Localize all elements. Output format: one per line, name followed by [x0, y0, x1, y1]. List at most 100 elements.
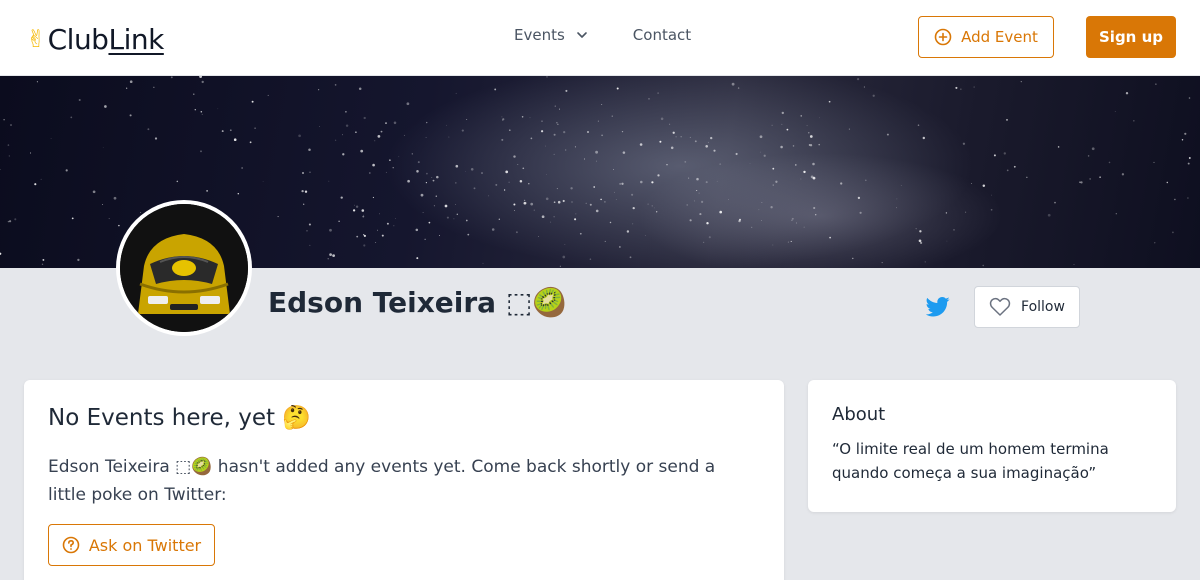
star-dot — [713, 149, 716, 152]
star-dot — [1174, 198, 1176, 201]
star-dot — [385, 122, 387, 124]
star-dot — [1121, 173, 1125, 176]
star-dot — [864, 179, 867, 182]
star-dot — [786, 128, 789, 131]
star-dot — [881, 262, 883, 264]
star-dot — [140, 212, 142, 213]
star-dot — [579, 232, 582, 235]
star-dot — [362, 214, 365, 216]
nav-events-dropdown[interactable]: Events — [514, 26, 589, 44]
nav-contact-link[interactable]: Contact — [633, 26, 691, 44]
star-dot — [233, 138, 237, 141]
clublink-logo[interactable]: ✌ Club Link — [26, 22, 164, 56]
star-dot — [689, 136, 691, 138]
star-dot — [491, 228, 495, 231]
add-event-button[interactable]: Add Event — [918, 16, 1054, 58]
victory-hand-icon: ✌ — [26, 25, 46, 53]
star-dot — [719, 163, 722, 165]
star-dot — [601, 134, 603, 137]
star-dot — [65, 169, 68, 172]
star-dot — [1020, 80, 1022, 83]
star-dot — [701, 200, 704, 203]
star-dot — [541, 215, 545, 219]
star-dot — [705, 145, 708, 148]
star-dot — [488, 195, 490, 197]
star-dot — [118, 224, 120, 227]
star-dot — [702, 241, 705, 244]
star-dot — [1013, 165, 1016, 168]
star-dot — [915, 228, 917, 230]
star-dot — [501, 116, 503, 118]
twitter-icon[interactable] — [926, 296, 950, 318]
star-dot — [206, 190, 208, 192]
star-dot — [456, 213, 458, 215]
star-dot — [657, 174, 660, 177]
star-dot — [393, 121, 397, 125]
star-dot — [393, 225, 395, 227]
star-dot — [1154, 242, 1156, 244]
star-dot — [795, 164, 797, 166]
star-dot — [508, 181, 510, 183]
star-dot — [508, 129, 511, 132]
star-dot — [570, 187, 573, 190]
star-dot — [374, 140, 376, 142]
star-dot — [565, 89, 568, 92]
star-dot — [597, 120, 599, 122]
star-dot — [372, 163, 375, 167]
star-dot — [675, 136, 677, 138]
star-dot — [426, 172, 428, 175]
star-dot — [425, 137, 427, 139]
star-dot — [406, 102, 410, 106]
star-dot — [7, 144, 10, 146]
star-dot — [318, 89, 320, 91]
star-dot — [200, 150, 202, 153]
star-dot — [800, 178, 802, 180]
star-dot — [481, 172, 483, 174]
star-dot — [613, 169, 614, 170]
star-dot — [345, 110, 347, 113]
star-dot — [694, 140, 697, 143]
star-dot — [848, 128, 850, 130]
star-dot — [587, 131, 589, 133]
star-dot — [629, 256, 632, 259]
star-dot — [584, 158, 585, 160]
star-dot — [395, 217, 396, 219]
star-dot — [8, 155, 10, 157]
star-dot — [595, 209, 599, 213]
star-dot — [304, 190, 308, 193]
star-dot — [696, 177, 699, 181]
question-circle-icon — [62, 536, 80, 554]
events-card-message: Edson Teixeira ⬚🥝 hasn't added any event… — [48, 457, 716, 505]
star-dot — [1089, 178, 1091, 180]
star-dot — [104, 105, 107, 108]
star-dot — [1091, 147, 1095, 151]
sign-up-button[interactable]: Sign up — [1086, 16, 1176, 58]
star-dot — [1054, 201, 1056, 204]
star-dot — [815, 214, 817, 216]
star-dot — [651, 181, 654, 184]
follow-button[interactable]: Follow — [974, 286, 1080, 328]
star-dot — [439, 234, 440, 236]
star-dot — [698, 192, 700, 194]
star-dot — [973, 86, 975, 88]
star-dot — [759, 151, 761, 153]
star-dot — [699, 213, 702, 216]
star-dot — [666, 164, 668, 166]
ask-on-twitter-button[interactable]: Ask on Twitter — [48, 524, 215, 566]
star-dot — [872, 94, 875, 97]
star-dot — [1006, 119, 1008, 121]
star-dot — [771, 124, 773, 126]
star-dot — [564, 244, 566, 245]
star-dot — [828, 100, 831, 103]
star-dot — [546, 76, 548, 78]
star-dot — [589, 203, 592, 206]
star-dot — [759, 135, 763, 139]
star-dot — [856, 77, 860, 81]
star-dot — [0, 252, 2, 255]
profile-avatar — [116, 200, 252, 336]
star-dot — [918, 239, 922, 243]
star-dot — [444, 204, 448, 208]
star-dot — [525, 202, 527, 204]
star-dot — [781, 111, 784, 115]
star-dot — [432, 179, 435, 182]
